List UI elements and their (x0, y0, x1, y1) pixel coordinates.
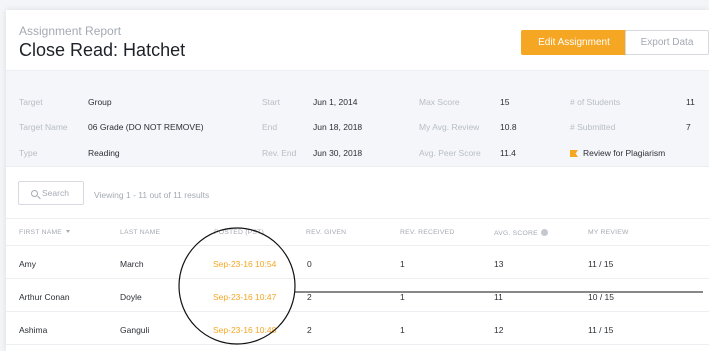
type-label: Type (19, 148, 38, 158)
rev-received-cell: 1 (400, 325, 405, 335)
report-header: Assignment Report Close Read: Hatchet Ed… (6, 10, 709, 70)
avg-peer-score-value: 11.4 (500, 148, 516, 158)
last-name-cell: March (120, 259, 144, 269)
my-avg-review-value: 10.8 (500, 122, 517, 132)
table-row[interactable]: Arthur Conan Doyle Sep-23-16 10:47 2 1 1… (6, 280, 709, 312)
start-label: Start (262, 97, 280, 107)
submitted-count-label: # Submitted (570, 122, 616, 132)
review-plagiarism-link[interactable]: Review for Plagiarism (570, 148, 665, 158)
first-name-cell: Arthur Conan (19, 292, 70, 302)
rev-received-cell: 1 (400, 259, 405, 269)
avg-score-cell: 11 (494, 292, 503, 302)
table-row[interactable]: Ashima Ganguli Sep-23-16 10:48 2 1 12 11… (6, 313, 709, 345)
review-plagiarism-label: Review for Plagiarism (583, 148, 666, 158)
my-review-cell: 10 / 15 (588, 292, 614, 302)
my-review-cell: 11 / 15 (588, 259, 614, 269)
col-first-name[interactable]: FIRST NAME (19, 229, 71, 236)
table-row[interactable]: Amy March Sep-23-16 10:54 0 1 13 11 / 15 (6, 247, 709, 279)
avg-peer-score-label: Avg. Peer Score (419, 148, 481, 158)
col-posted[interactable]: POSTED (PST) (214, 229, 264, 236)
end-label: End (262, 122, 278, 132)
search-label: Search (42, 188, 69, 198)
assignment-report-card: Assignment Report Close Read: Hatchet Ed… (6, 10, 709, 351)
report-subtitle: Assignment Report (19, 24, 122, 38)
last-name-cell: Doyle (120, 292, 142, 302)
avg-score-cell: 12 (494, 325, 504, 335)
rev-end-value: Jun 30, 2018 (313, 148, 363, 158)
students-count-label: # of Students (570, 97, 621, 107)
target-value: Group (88, 97, 112, 107)
export-data-button[interactable]: Export Data (625, 30, 709, 55)
page-title: Close Read: Hatchet (19, 40, 186, 60)
first-name-cell: Amy (19, 259, 36, 269)
sort-caret-icon (66, 230, 71, 233)
posted-cell: Sep-23-16 10:54 (213, 259, 277, 269)
col-rev-received[interactable]: REV. RECEIVED (400, 229, 454, 236)
edit-assignment-button[interactable]: Edit Assignment (521, 30, 627, 55)
table-header: FIRST NAME LAST NAME POSTED (PST) REV. G… (6, 218, 709, 246)
max-score-value: 15 (500, 97, 510, 107)
target-label: Target (19, 97, 43, 107)
max-score-label: Max Score (419, 97, 460, 107)
start-value: Jun 1, 2014 (313, 97, 358, 107)
rev-given-cell: 0 (307, 259, 312, 269)
rev-received-cell: 1 (400, 292, 405, 302)
submitted-count-value: 7 (686, 122, 691, 132)
last-name-cell: Ganguli (120, 325, 150, 335)
info-icon (540, 229, 548, 236)
rev-end-label: Rev. End (262, 148, 297, 158)
col-avg-score[interactable]: AVG. SCORE (494, 229, 548, 237)
my-avg-review-label: My Avg. Review (419, 122, 480, 132)
first-name-cell: Ashima (19, 325, 48, 335)
results-count: Viewing 1 - 11 out of 11 results (94, 190, 210, 200)
search-icon (31, 190, 38, 197)
rev-given-cell: 2 (307, 292, 312, 302)
posted-cell: Sep-23-16 10:48 (213, 325, 277, 335)
flag-icon (570, 150, 578, 157)
col-last-name[interactable]: LAST NAME (120, 229, 160, 236)
assignment-info-panel: Target Group Target Name 06 Grade (DO NO… (6, 70, 709, 167)
my-review-cell: 11 / 15 (588, 325, 614, 335)
rev-given-cell: 2 (307, 325, 312, 335)
col-first-name-label: FIRST NAME (19, 229, 63, 236)
col-rev-given[interactable]: REV. GIVEN (306, 229, 346, 236)
col-my-review[interactable]: MY REVIEW (588, 229, 629, 236)
avg-score-cell: 13 (494, 259, 504, 269)
target-name-value: 06 Grade (DO NOT REMOVE) (88, 122, 204, 132)
end-value: Jun 18, 2018 (313, 122, 363, 132)
students-count-value: 11 (686, 97, 695, 107)
target-name-label: Target Name (19, 122, 68, 132)
search-button[interactable]: Search (18, 181, 84, 205)
posted-cell: Sep-23-16 10:47 (213, 292, 277, 302)
col-avg-score-label: AVG. SCORE (494, 230, 538, 237)
type-value: Reading (88, 148, 120, 158)
